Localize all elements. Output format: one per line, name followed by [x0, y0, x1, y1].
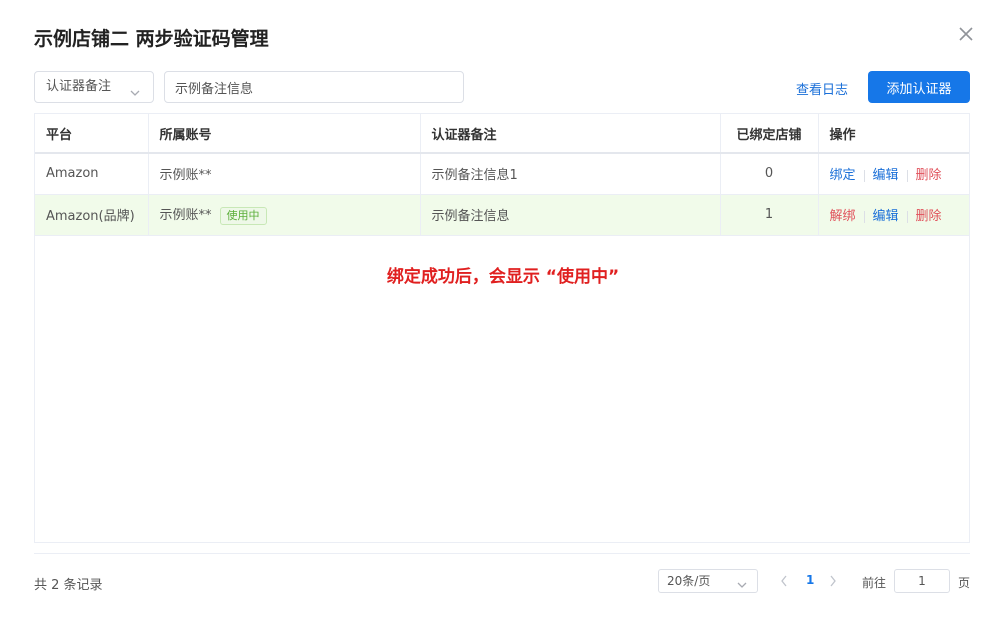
two-step-auth-dialog: 示例店铺二 两步验证码管理 认证器备注 查看日志 添加认证器 平台 所属账号 认…: [0, 0, 1006, 625]
cell-bound-count: 1: [720, 194, 819, 236]
header-account: 所属账号: [148, 114, 421, 154]
divider: [863, 210, 865, 223]
cell-platform: Amazon(品牌): [35, 194, 149, 236]
header-bound-count: 已绑定店铺: [720, 114, 819, 154]
close-icon[interactable]: [957, 25, 975, 43]
chevron-left-icon[interactable]: [779, 573, 789, 592]
table-row: Amazon 示例账** 示例备注信息1 0 绑定 编辑 删除: [35, 153, 969, 195]
delete-link[interactable]: 删除: [916, 209, 942, 224]
header-note: 认证器备注: [420, 114, 721, 154]
delete-link[interactable]: 删除: [916, 168, 942, 183]
cell-platform: Amazon: [35, 153, 149, 195]
in-use-badge: 使用中: [219, 206, 267, 225]
chevron-down-icon: [736, 576, 748, 598]
goto-label: 前往: [862, 576, 887, 590]
bind-link[interactable]: 绑定: [830, 168, 856, 183]
page-number[interactable]: 1: [806, 573, 814, 587]
view-log-link[interactable]: 查看日志: [796, 79, 848, 98]
account-text: 示例账**: [159, 168, 212, 184]
annotation-text: 绑定成功后，会显示 “使用中”: [386, 267, 620, 287]
cell-account: 示例账** 使用中: [148, 194, 421, 236]
cell-actions: 解绑 编辑 删除: [818, 194, 969, 236]
total-count: 共 2 条记录: [34, 578, 103, 593]
header-platform: 平台: [35, 114, 149, 154]
add-authenticator-button[interactable]: 添加认证器: [868, 71, 970, 103]
unbind-link[interactable]: 解绑: [830, 209, 856, 224]
page-size-value: 20条/页: [667, 574, 711, 588]
goto-page-input[interactable]: [894, 569, 950, 593]
divider: [906, 210, 908, 223]
cell-actions: 绑定 编辑 删除: [818, 153, 969, 195]
header-actions: 操作: [818, 114, 969, 154]
divider: [906, 169, 908, 182]
footer-divider: [34, 553, 970, 554]
search-input[interactable]: [164, 71, 464, 103]
page-size-select[interactable]: 20条/页: [658, 569, 758, 593]
divider: [863, 169, 865, 182]
table-header-row: 平台 所属账号 认证器备注 已绑定店铺 操作: [35, 114, 969, 154]
cell-note: 示例备注信息: [420, 194, 721, 236]
cell-note: 示例备注信息1: [420, 153, 721, 195]
cell-bound-count: 0: [720, 153, 819, 195]
chevron-right-icon[interactable]: [828, 573, 838, 592]
table-row: Amazon(品牌) 示例账** 使用中 示例备注信息 1 解绑 编辑 删除: [35, 194, 969, 236]
dialog-title: 示例店铺二 两步验证码管理: [34, 28, 269, 50]
goto-suffix: 页: [958, 576, 971, 590]
account-text: 示例账**: [159, 208, 212, 224]
cell-account: 示例账**: [148, 153, 421, 195]
filter-field-select[interactable]: 认证器备注: [34, 71, 154, 103]
filter-field-value: 认证器备注: [46, 79, 112, 94]
edit-link[interactable]: 编辑: [873, 168, 899, 183]
edit-link[interactable]: 编辑: [873, 209, 899, 224]
chevron-down-icon: [129, 81, 141, 111]
authenticator-table: 平台 所属账号 认证器备注 已绑定店铺 操作 Amazon 示例账** 示例备注…: [34, 113, 970, 543]
